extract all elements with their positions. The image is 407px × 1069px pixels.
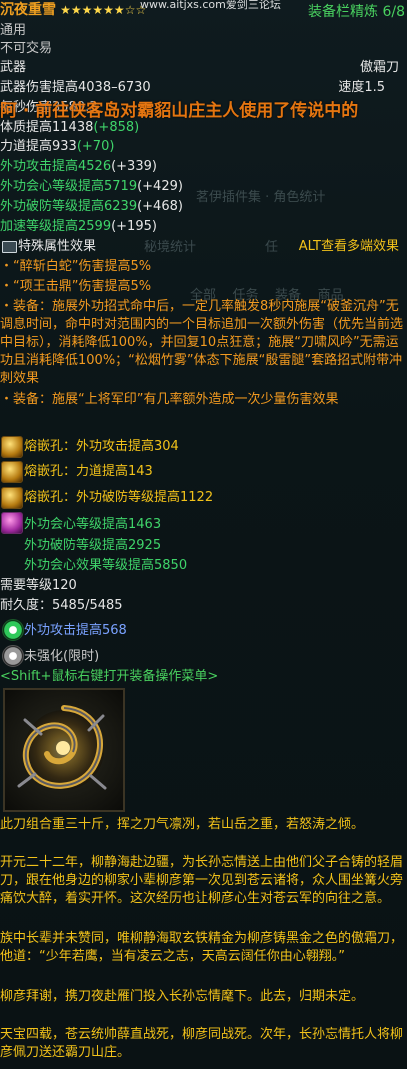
lore-paragraph: 柳彦拜谢，携刀夜赴雁门投入长孙忘情麾下。此去，归期未定。	[0, 989, 365, 1004]
item-name: 沉夜重雪	[0, 2, 56, 18]
durability: 耐久度：5485/5485	[0, 598, 123, 613]
background-plugin-title: 茗伊插件集 · 角色统计	[196, 190, 326, 205]
required-level: 需要等级120	[0, 578, 77, 593]
special-effect-line: ・装备：施展“上将军印”有几率额外造成一次少量伤害效果	[0, 392, 339, 407]
enhance-icon	[2, 645, 24, 667]
stat-line: 力道提高933(+70)	[0, 139, 115, 154]
monitor-icon	[2, 241, 17, 253]
colored-gem-icon	[1, 512, 23, 534]
item-tooltip: 茗伊插件集 · 角色统计 秘境统计 任 全部 任务 装备 商品 www.aitj…	[0, 0, 407, 1069]
lore-paragraph: 开元二十二年，柳静海赴边疆，为长孙忘情送上由他们父子合铸的轻眉刀，跟在他身边的柳…	[0, 855, 404, 906]
lore-paragraph: 天宝四载，苍云统帅薛直战死，柳彦同战死。次年，长孙忘情托人将柳彦佩刀送还霸刀山庄…	[0, 1027, 404, 1060]
gem-socket-line: 熔嵌孔：外功破防等级提高1122	[24, 490, 214, 505]
colored-gem-line: 外功会心等级提高1463	[24, 517, 162, 532]
gem-socket-icon	[1, 487, 23, 509]
special-effect-line: ・装备：施展外功招式命中后，一定几率触发8秒内施展“破釜沉舟”无调息时间，命中时…	[0, 299, 404, 386]
stat-line: 加速等级提高2599(+195)	[0, 219, 157, 234]
background-tab-task: 任	[265, 240, 279, 255]
gem-socket-line: 熔嵌孔：外功攻击提高304	[24, 439, 179, 454]
enchant-icon	[2, 619, 24, 641]
alt-hint[interactable]: ALT查看多端效果	[299, 238, 399, 256]
stat-line: 外功会心等级提高5719(+429)	[0, 179, 183, 194]
quality-stars: ★★★★★★☆☆	[60, 3, 147, 17]
subtype-label: 傲霜刀	[359, 60, 399, 75]
blade-swirl-icon	[17, 705, 107, 790]
gem-socket-icon	[1, 461, 23, 483]
gem-socket-icon	[1, 436, 23, 458]
background-tab-stats: 秘境统计	[144, 240, 197, 255]
type-label: 武器	[0, 60, 27, 75]
weapon-portrait	[3, 688, 125, 812]
watermark: www.aitjxs.com爱剑三论坛	[140, 0, 281, 11]
special-effects-title: 特殊属性效果	[18, 239, 97, 254]
usage-label: 通用	[0, 23, 27, 38]
refine-level: 装备栏精炼 6/8	[308, 4, 405, 20]
weapon-damage: 武器伤害提高4038–6730	[0, 80, 151, 95]
lore-paragraph: 族中长辈并未赞同，唯柳静海取玄铁精金为柳彦铸黑金之色的傲霜刀，他道：“少年若鹰，…	[0, 931, 404, 964]
unenhanced-label: 未强化(限时)	[24, 649, 100, 664]
attack-speed: 速度1.5	[338, 80, 385, 95]
gem-socket-line: 熔嵌孔：力道提高143	[24, 464, 153, 479]
enchant-line: 外功攻击提高568	[24, 623, 127, 638]
stat-line: 体质提高11438(+858)	[0, 120, 140, 135]
operation-menu-hint: <Shift+鼠标右键打开装备操作菜单>	[0, 669, 219, 684]
lore-paragraph: 此刀组合重三十斤，挥之刀气凛冽，若山岳之重，若怒涛之倾。	[0, 817, 365, 832]
stat-line: 外功攻击提高4526(+339)	[0, 159, 157, 174]
chat-overlay-text: 阿 · 前往侠客岛对霸貂山庄主人使用了传说中的	[0, 101, 359, 121]
special-effect-line: ・“醉斩白蛇”伤害提高5%	[0, 259, 152, 274]
stat-line: 外功破防等级提高6239(+468)	[0, 199, 183, 214]
colored-gem-line: 外功会心效果等级提高5850	[24, 558, 188, 573]
trade-label: 不可交易	[0, 41, 53, 56]
item-title-row: 沉夜重雪 ★★★★★★☆☆	[0, 1, 146, 20]
special-effect-line: ・“项王击鼎”伤害提高5%	[0, 279, 152, 294]
colored-gem-line: 外功破防等级提高2925	[24, 538, 162, 553]
